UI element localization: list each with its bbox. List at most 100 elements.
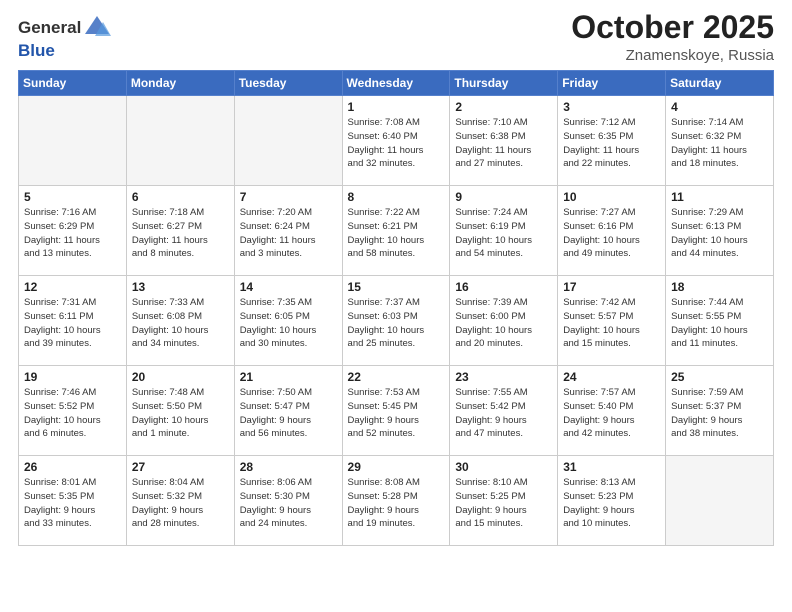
title-location: Znamenskoye, Russia [571, 47, 774, 64]
weekday-header-sunday: Sunday [19, 71, 127, 96]
day-info: Sunrise: 7:37 AM Sunset: 6:03 PM Dayligh… [348, 296, 445, 351]
day-info: Sunrise: 8:08 AM Sunset: 5:28 PM Dayligh… [348, 476, 445, 531]
calendar-table: SundayMondayTuesdayWednesdayThursdayFrid… [18, 70, 774, 546]
day-cell: 29 Sunrise: 8:08 AM Sunset: 5:28 PM Dayli… [342, 456, 450, 546]
day-info: Sunrise: 8:01 AM Sunset: 5:35 PM Dayligh… [24, 476, 121, 531]
day-cell: 7Sunrise: 7:20 AM Sunset: 6:24 PM Daylig… [234, 186, 342, 276]
day-info: Sunrise: 7:55 AM Sunset: 5:42 PM Dayligh… [455, 386, 552, 441]
logo-blue-text: Blue [18, 41, 55, 60]
week-row-5: 26 Sunrise: 8:01 AM Sunset: 5:35 PM Dayli… [19, 456, 774, 546]
day-cell: 18Sunrise: 7:44 AM Sunset: 5:55 PM Dayli… [666, 276, 774, 366]
day-cell: 22 Sunrise: 7:53 AM Sunset: 5:45 PM Dayli… [342, 366, 450, 456]
day-cell: 30Sunrise: 8:10 AM Sunset: 5:25 PM Dayli… [450, 456, 558, 546]
day-info: Sunrise: 7:24 AM Sunset: 6:19 PM Dayligh… [455, 206, 552, 261]
day-cell [666, 456, 774, 546]
day-number: 20 [132, 370, 229, 384]
day-number: 11 [671, 190, 768, 204]
day-info: Sunrise: 7:59 AM Sunset: 5:37 PM Dayligh… [671, 386, 768, 441]
day-number: 19 [24, 370, 121, 384]
day-number: 28 [240, 460, 337, 474]
day-cell: 10 Sunrise: 7:27 AM Sunset: 6:16 PM Dayli… [558, 186, 666, 276]
day-cell [126, 96, 234, 186]
day-cell: 4 Sunrise: 7:14 AM Sunset: 6:32 PM Daylig… [666, 96, 774, 186]
day-info: Sunrise: 7:14 AM Sunset: 6:32 PM Dayligh… [671, 116, 768, 171]
day-cell: 13 Sunrise: 7:33 AM Sunset: 6:08 PM Dayli… [126, 276, 234, 366]
weekday-header-row: SundayMondayTuesdayWednesdayThursdayFrid… [19, 71, 774, 96]
day-number: 9 [455, 190, 552, 204]
day-number: 15 [348, 280, 445, 294]
day-cell: 5 Sunrise: 7:16 AM Sunset: 6:29 PM Daylig… [19, 186, 127, 276]
day-cell: 28Sunrise: 8:06 AM Sunset: 5:30 PM Dayli… [234, 456, 342, 546]
day-number: 25 [671, 370, 768, 384]
day-number: 29 [348, 460, 445, 474]
day-cell: 6Sunrise: 7:18 AM Sunset: 6:27 PM Daylig… [126, 186, 234, 276]
weekday-header-thursday: Thursday [450, 71, 558, 96]
day-number: 3 [563, 100, 660, 114]
day-number: 4 [671, 100, 768, 114]
day-info: Sunrise: 7:44 AM Sunset: 5:55 PM Dayligh… [671, 296, 768, 351]
weekday-header-friday: Friday [558, 71, 666, 96]
day-info: Sunrise: 7:33 AM Sunset: 6:08 PM Dayligh… [132, 296, 229, 351]
day-cell: 3Sunrise: 7:12 AM Sunset: 6:35 PM Daylig… [558, 96, 666, 186]
day-cell [234, 96, 342, 186]
day-cell: 16 Sunrise: 7:39 AM Sunset: 6:00 PM Dayli… [450, 276, 558, 366]
day-number: 1 [348, 100, 445, 114]
day-number: 5 [24, 190, 121, 204]
day-cell: 1Sunrise: 7:08 AM Sunset: 6:40 PM Daylig… [342, 96, 450, 186]
day-info: Sunrise: 7:16 AM Sunset: 6:29 PM Dayligh… [24, 206, 121, 261]
day-number: 26 [24, 460, 121, 474]
day-cell: 17Sunrise: 7:42 AM Sunset: 5:57 PM Dayli… [558, 276, 666, 366]
weekday-header-tuesday: Tuesday [234, 71, 342, 96]
day-number: 16 [455, 280, 552, 294]
day-number: 13 [132, 280, 229, 294]
day-info: Sunrise: 8:04 AM Sunset: 5:32 PM Dayligh… [132, 476, 229, 531]
weekday-header-saturday: Saturday [666, 71, 774, 96]
day-cell: 21 Sunrise: 7:50 AM Sunset: 5:47 PM Dayli… [234, 366, 342, 456]
day-info: Sunrise: 7:48 AM Sunset: 5:50 PM Dayligh… [132, 386, 229, 441]
week-row-1: 1Sunrise: 7:08 AM Sunset: 6:40 PM Daylig… [19, 96, 774, 186]
day-number: 10 [563, 190, 660, 204]
day-info: Sunrise: 7:53 AM Sunset: 5:45 PM Dayligh… [348, 386, 445, 441]
day-cell: 15 Sunrise: 7:37 AM Sunset: 6:03 PM Dayli… [342, 276, 450, 366]
logo: General Blue [18, 14, 111, 61]
day-info: Sunrise: 7:29 AM Sunset: 6:13 PM Dayligh… [671, 206, 768, 261]
day-cell: 25 Sunrise: 7:59 AM Sunset: 5:37 PM Dayli… [666, 366, 774, 456]
day-cell: 2 Sunrise: 7:10 AM Sunset: 6:38 PM Daylig… [450, 96, 558, 186]
day-info: Sunrise: 7:35 AM Sunset: 6:05 PM Dayligh… [240, 296, 337, 351]
day-cell: 23Sunrise: 7:55 AM Sunset: 5:42 PM Dayli… [450, 366, 558, 456]
day-number: 6 [132, 190, 229, 204]
day-info: Sunrise: 7:50 AM Sunset: 5:47 PM Dayligh… [240, 386, 337, 441]
day-info: Sunrise: 7:10 AM Sunset: 6:38 PM Dayligh… [455, 116, 552, 171]
day-cell: 27 Sunrise: 8:04 AM Sunset: 5:32 PM Dayli… [126, 456, 234, 546]
day-cell: 12 Sunrise: 7:31 AM Sunset: 6:11 PM Dayli… [19, 276, 127, 366]
week-row-2: 5 Sunrise: 7:16 AM Sunset: 6:29 PM Daylig… [19, 186, 774, 276]
day-number: 14 [240, 280, 337, 294]
day-number: 8 [348, 190, 445, 204]
day-number: 2 [455, 100, 552, 114]
day-info: Sunrise: 7:20 AM Sunset: 6:24 PM Dayligh… [240, 206, 337, 261]
day-cell: 19 Sunrise: 7:46 AM Sunset: 5:52 PM Dayli… [19, 366, 127, 456]
logo-general-text: General [18, 19, 81, 38]
day-number: 21 [240, 370, 337, 384]
day-info: Sunrise: 7:31 AM Sunset: 6:11 PM Dayligh… [24, 296, 121, 351]
day-cell: 9 Sunrise: 7:24 AM Sunset: 6:19 PM Daylig… [450, 186, 558, 276]
day-cell: 31 Sunrise: 8:13 AM Sunset: 5:23 PM Dayli… [558, 456, 666, 546]
logo-icon [83, 14, 111, 42]
day-cell: 11 Sunrise: 7:29 AM Sunset: 6:13 PM Dayli… [666, 186, 774, 276]
day-number: 22 [348, 370, 445, 384]
day-info: Sunrise: 7:46 AM Sunset: 5:52 PM Dayligh… [24, 386, 121, 441]
day-number: 31 [563, 460, 660, 474]
day-info: Sunrise: 7:22 AM Sunset: 6:21 PM Dayligh… [348, 206, 445, 261]
day-info: Sunrise: 7:27 AM Sunset: 6:16 PM Dayligh… [563, 206, 660, 261]
day-info: Sunrise: 7:57 AM Sunset: 5:40 PM Dayligh… [563, 386, 660, 441]
day-info: Sunrise: 7:39 AM Sunset: 6:00 PM Dayligh… [455, 296, 552, 351]
day-info: Sunrise: 7:42 AM Sunset: 5:57 PM Dayligh… [563, 296, 660, 351]
day-number: 27 [132, 460, 229, 474]
day-info: Sunrise: 8:13 AM Sunset: 5:23 PM Dayligh… [563, 476, 660, 531]
title-block: October 2025 Znamenskoye, Russia [571, 10, 774, 64]
title-month: October 2025 [571, 10, 774, 45]
day-cell [19, 96, 127, 186]
day-cell: 14 Sunrise: 7:35 AM Sunset: 6:05 PM Dayli… [234, 276, 342, 366]
day-number: 30 [455, 460, 552, 474]
day-number: 12 [24, 280, 121, 294]
